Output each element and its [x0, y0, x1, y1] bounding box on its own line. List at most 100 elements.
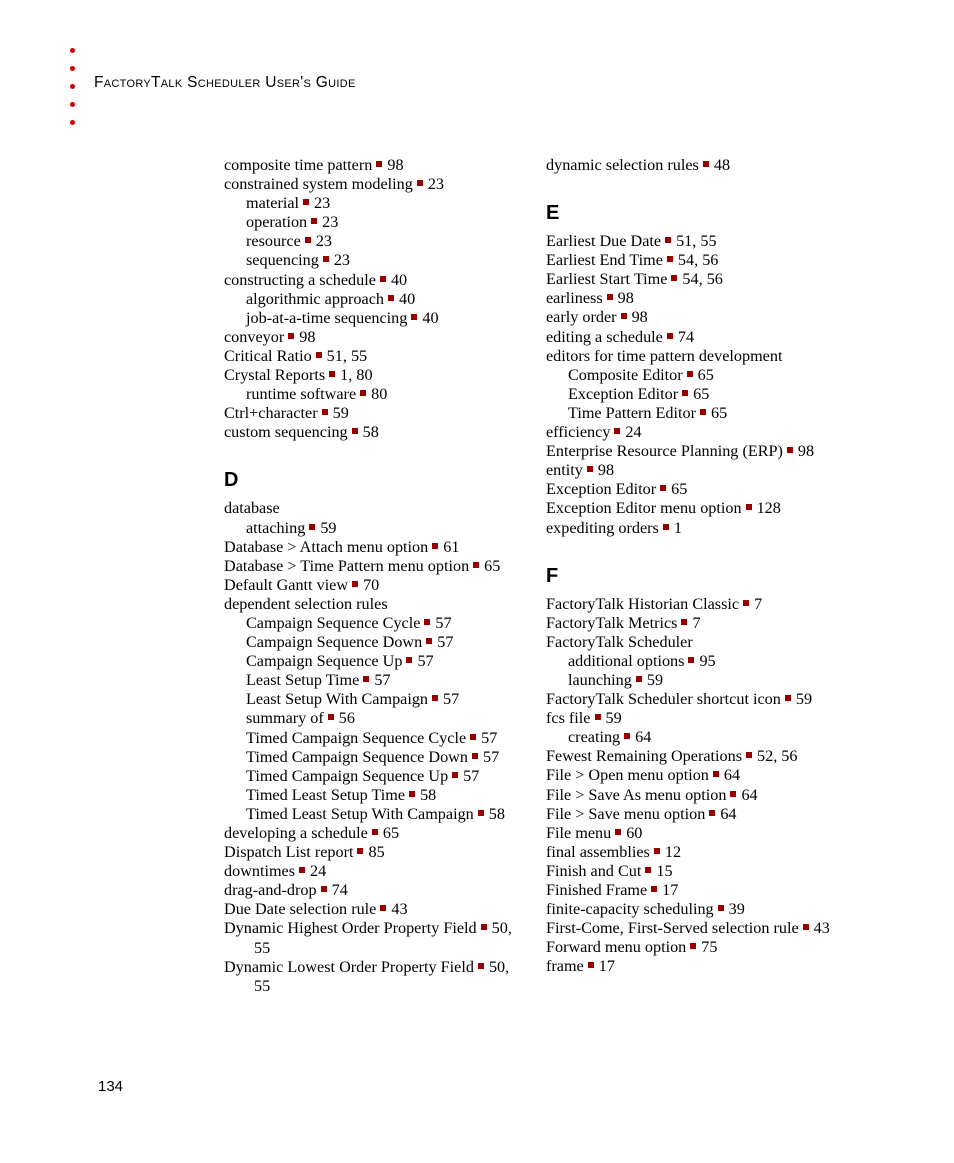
index-entry: Finish and Cut 15: [546, 862, 846, 881]
index-entry-text: Earliest Due Date: [546, 232, 662, 251]
index-subentry: algorithmic approach 40: [224, 290, 524, 309]
index-separator-square-icon: [416, 180, 423, 187]
index-entry-pages: 59: [646, 670, 664, 689]
index-entry-pages: 40: [390, 270, 408, 289]
index-entry: fcs file 59: [546, 709, 846, 728]
index-entry: FactoryTalk Historian Classic 7: [546, 595, 846, 614]
index-entry-text: drag-and-drop: [224, 881, 317, 900]
index-entry-text: launching: [568, 670, 632, 689]
index-entry: Database > Time Pattern menu option 65: [224, 557, 524, 576]
index-separator-square-icon: [717, 905, 724, 912]
index-entry: Dynamic Lowest Order Property Field 50, 5…: [224, 958, 524, 996]
index-entry-text: Dynamic Lowest Order Property Field: [224, 957, 474, 976]
index-separator-square-icon: [360, 390, 367, 397]
header-bullet-decoration: [70, 48, 80, 138]
index-subentry: creating 64: [546, 728, 846, 747]
index-entry: developing a schedule 65: [224, 824, 524, 843]
index-entry-text: operation: [246, 213, 308, 232]
running-header-title: FactoryTalk Scheduler User's Guide: [94, 74, 356, 91]
index-entry: finite-capacity scheduling 39: [546, 900, 846, 919]
index-entry-text: Due Date selection rule: [224, 900, 377, 919]
index-separator-square-icon: [662, 523, 669, 530]
index-separator-square-icon: [432, 542, 439, 549]
index-separator-square-icon: [620, 313, 627, 320]
index-separator-square-icon: [351, 428, 358, 435]
index-entry-text: composite time pattern: [224, 156, 373, 174]
index-entry-text: editing a schedule: [546, 327, 663, 346]
index-entry-text: additional options: [568, 651, 685, 670]
index-separator-square-icon: [653, 847, 660, 854]
index-entry-text: File > Save As menu option: [546, 785, 727, 804]
index-entry: custom sequencing 58: [224, 423, 524, 442]
index-subentry: resource 23: [224, 232, 524, 251]
index-entry-pages: 23: [314, 194, 331, 213]
index-separator-square-icon: [411, 313, 418, 320]
index-separator-square-icon: [688, 656, 695, 663]
index-separator-square-icon: [635, 675, 642, 682]
index-entry: Earliest Start Time 54, 56: [546, 270, 846, 289]
index-separator-square-icon: [802, 924, 809, 931]
index-separator-square-icon: [615, 828, 622, 835]
index-entry-pages: 39: [728, 900, 745, 919]
index-subentry: job-at-a-time sequencing 40: [224, 309, 524, 328]
index-separator-square-icon: [480, 924, 487, 931]
index-subentry: Least Setup With Campaign 57: [224, 690, 524, 709]
index-separator-square-icon: [473, 561, 480, 568]
index-separator-square-icon: [470, 733, 477, 740]
header-bullet-dot: [70, 120, 75, 125]
index-entry-pages: 59: [605, 709, 622, 728]
index-entry-pages: 23: [315, 232, 333, 251]
index-entry-pages: 24: [310, 862, 327, 881]
index-entry-pages: 57: [463, 766, 480, 785]
index-subentry: Timed Campaign Sequence Up 57: [224, 767, 524, 786]
index-subentry: attaching 59: [224, 519, 524, 538]
index-subentry: launching 59: [546, 671, 846, 690]
index-entry-text: Composite Editor: [568, 365, 683, 384]
index-entry-pages: 58: [420, 785, 437, 804]
index-entry: FactoryTalk Scheduler: [546, 633, 846, 652]
index-entry-text: sequencing: [246, 251, 319, 270]
index-separator-square-icon: [471, 752, 478, 759]
index-entry-pages: 40: [399, 289, 416, 308]
index-entry-pages: 56: [338, 709, 355, 728]
index-entry-text: Finish and Cut: [546, 861, 642, 880]
index-entry-text: Timed Campaign Sequence Up: [246, 766, 449, 785]
index-separator-square-icon: [299, 867, 306, 874]
index-entry-text: Timed Least Setup With Campaign: [246, 804, 474, 823]
index-entry-pages: 85: [368, 843, 385, 862]
index-subentry: Campaign Sequence Cycle 57: [224, 614, 524, 633]
index-entry-pages: 60: [626, 823, 643, 842]
index-entry-text: dependent selection rules: [224, 594, 388, 613]
index-separator-square-icon: [376, 161, 383, 167]
index-separator-square-icon: [452, 771, 459, 778]
index-entry: conveyor 98: [224, 328, 524, 347]
index-entry-pages: 57: [481, 728, 498, 747]
index-entry-text: runtime software: [246, 385, 357, 404]
index-separator-square-icon: [426, 638, 433, 645]
index-entry-text: Least Setup Time: [246, 671, 360, 690]
index-separator-square-icon: [311, 218, 318, 225]
index-entry-pages: 59: [795, 690, 813, 709]
index-separator-square-icon: [606, 294, 613, 301]
index-entry-pages: 74: [331, 881, 348, 900]
index-entry-text: File > Open menu option: [546, 766, 709, 785]
index-entry-pages: 7: [754, 594, 763, 613]
index-entry-text: Finished Frame: [546, 881, 648, 899]
index-entry: Dispatch List report 85: [224, 843, 524, 862]
index-entry-pages: 98: [597, 461, 615, 480]
index-separator-square-icon: [700, 408, 706, 415]
index-entry-pages: 17: [598, 957, 615, 976]
index-entry-text: Enterprise Resource Planning (ERP): [546, 442, 783, 461]
index-entry-text: Campaign Sequence Up: [246, 652, 403, 671]
index-entry: File menu 60: [546, 824, 846, 843]
index-entry-text: Database > Time Pattern menu option: [224, 556, 470, 575]
index-separator-square-icon: [660, 485, 667, 492]
index-entry: File > Save menu option 64: [546, 805, 846, 824]
index-entry-text: Campaign Sequence Down: [246, 633, 423, 652]
index-separator-square-icon: [322, 256, 329, 263]
index-entry-text: File menu: [546, 823, 612, 842]
index-separator-square-icon: [320, 886, 327, 893]
index-entry-pages: 58: [488, 804, 505, 823]
index-entry-pages: 15: [656, 861, 673, 880]
index-separator-square-icon: [379, 275, 386, 282]
